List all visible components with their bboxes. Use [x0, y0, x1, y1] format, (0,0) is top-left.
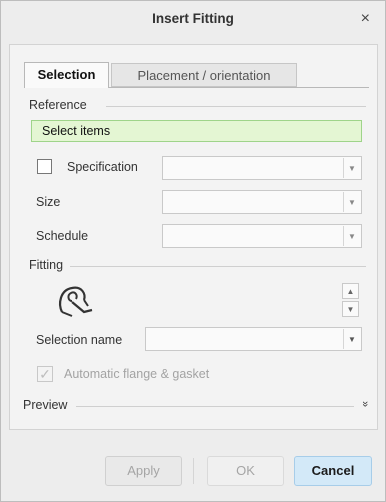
tab-placement-orientation[interactable]: Placement / orientation — [111, 63, 297, 87]
specification-checkbox[interactable] — [37, 159, 52, 174]
chevron-down-icon: ▼ — [343, 226, 360, 246]
title-bar: Insert Fitting × — [0, 0, 386, 40]
spin-down-button[interactable]: ▼ — [342, 301, 359, 317]
selection-name-select[interactable]: ▼ — [145, 327, 362, 351]
spin-up-button[interactable]: ▲ — [342, 283, 359, 299]
schedule-select[interactable]: ▼ — [162, 224, 362, 248]
chevron-down-icon: ▼ — [343, 192, 360, 212]
automatic-flange-checkbox[interactable]: ✓ — [37, 366, 53, 382]
preview-divider — [76, 406, 354, 407]
apply-button[interactable]: Apply — [105, 456, 182, 486]
close-icon[interactable]: × — [361, 10, 370, 28]
size-label: Size — [36, 195, 61, 209]
preview-label: Preview — [23, 398, 68, 412]
dialog-title: Insert Fitting — [152, 11, 234, 26]
specification-label: Specification — [67, 160, 138, 174]
chevron-down-icon: ▼ — [343, 158, 360, 178]
reference-collector[interactable]: Select items — [31, 120, 362, 142]
ok-button[interactable]: OK — [207, 456, 284, 486]
reference-divider — [106, 106, 366, 107]
selection-name-label: Selection name — [36, 333, 123, 347]
expand-icon[interactable]: » — [359, 401, 371, 407]
size-select[interactable]: ▼ — [162, 190, 362, 214]
fitting-divider — [70, 266, 366, 267]
reference-section-label: Reference — [29, 98, 87, 112]
cancel-button[interactable]: Cancel — [294, 456, 372, 486]
button-separator — [193, 458, 194, 484]
fitting-section-label: Fitting — [29, 258, 64, 272]
chevron-down-icon: ▼ — [343, 329, 360, 349]
tab-selection[interactable]: Selection — [24, 62, 109, 88]
automatic-flange-label: Automatic flange & gasket — [64, 367, 210, 381]
schedule-label: Schedule — [36, 229, 89, 243]
fitting-elbow-icon — [59, 286, 93, 317]
specification-select[interactable]: ▼ — [162, 156, 362, 180]
